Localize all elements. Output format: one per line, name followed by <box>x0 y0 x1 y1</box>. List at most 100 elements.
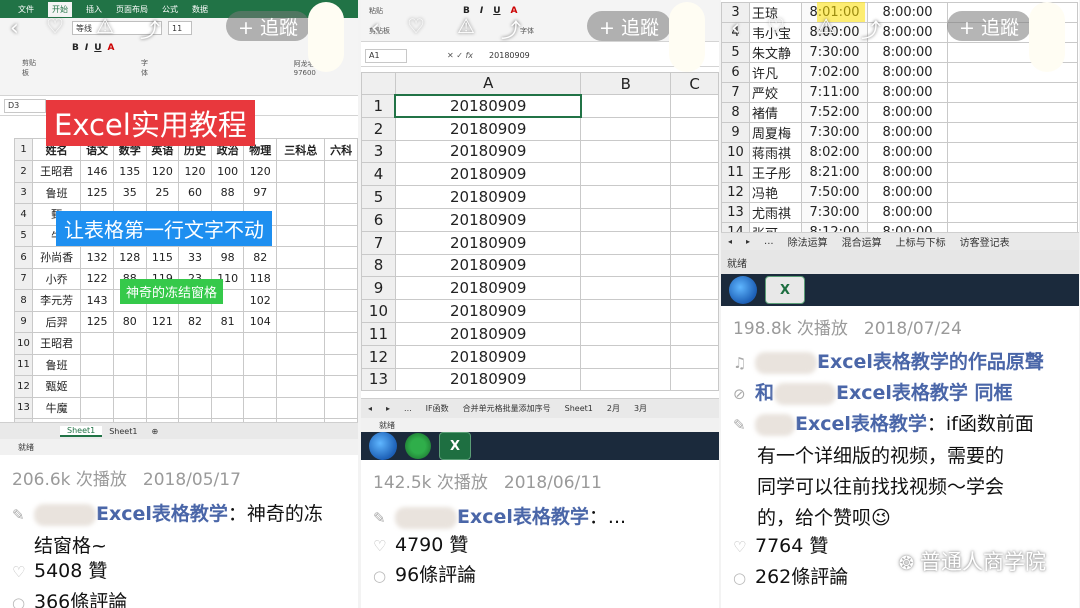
column-header-cell[interactable]: 六科 <box>324 138 358 161</box>
table-cell[interactable] <box>580 276 672 301</box>
name-cell[interactable]: 周夏梅 <box>749 122 802 143</box>
report-icon[interactable]: ⚠ <box>817 14 835 38</box>
table-cell[interactable] <box>243 332 278 355</box>
like-count-row[interactable]: ♡ 4790 贊 <box>373 530 468 557</box>
table-cell[interactable]: 125 <box>80 181 114 204</box>
like-count-row[interactable]: ♡ 5408 贊 <box>12 556 107 583</box>
table-cell[interactable]: 20180909 <box>394 276 582 301</box>
video-card-1[interactable]: 文件开始插入页面布局公式数据 等线 11 B I U A 剪贴板 字体 阿龙老师… <box>0 0 358 608</box>
table-cell[interactable]: 王昭君 <box>31 160 82 183</box>
table-cell[interactable]: 20180909 <box>394 230 582 255</box>
table-cell[interactable] <box>580 207 672 232</box>
name-cell[interactable]: 王子彤 <box>749 162 802 183</box>
column-header-a[interactable]: A <box>394 72 582 95</box>
table-cell[interactable]: 122 <box>80 267 114 290</box>
video-thumbnail-2[interactable]: 粘贴 B I U A 剪贴板 字体 A1 ✕ ✓ fx 20180909 A B… <box>361 0 719 460</box>
table-cell[interactable]: 小乔 <box>31 267 82 290</box>
time-cell[interactable]: 8:00:00 <box>867 42 948 63</box>
time-cell[interactable]: 8:00:00 <box>867 122 948 143</box>
time-cell[interactable]: 8:21:00 <box>801 162 868 183</box>
table-cell[interactable]: 146 <box>80 160 114 183</box>
table-cell[interactable] <box>947 142 1078 163</box>
table-cell[interactable]: 孙尚香 <box>31 246 82 269</box>
table-cell[interactable] <box>178 396 212 419</box>
follow-button[interactable]: + 追蹤 <box>947 11 1031 41</box>
report-icon[interactable]: ⚠ <box>96 14 114 38</box>
table-cell[interactable]: 后羿 <box>31 310 82 333</box>
time-cell[interactable]: 8:00:00 <box>867 82 948 103</box>
table-cell[interactable] <box>276 267 326 290</box>
heart-icon[interactable]: ♡ <box>767 14 785 38</box>
table-cell[interactable]: 20180909 <box>394 162 582 187</box>
table-cell[interactable]: 20180909 <box>394 207 582 232</box>
table-cell[interactable] <box>580 185 672 209</box>
tab-scroll-left-icon[interactable]: ◂ <box>721 237 739 246</box>
excel-icon[interactable]: X <box>439 432 471 460</box>
tab-scroll-right-icon[interactable]: ▸ <box>739 237 757 246</box>
table-cell[interactable]: 135 <box>112 160 147 183</box>
ribbon-tab[interactable]: 插入 <box>86 4 102 15</box>
heart-icon[interactable]: ♡ <box>407 14 425 38</box>
music-line[interactable]: ♫ Excel表格教学的作品原聲 <box>733 347 1071 379</box>
table-cell[interactable] <box>112 332 147 355</box>
table-cell[interactable]: 20180909 <box>394 93 582 119</box>
time-cell[interactable]: 7:02:00 <box>801 62 868 83</box>
time-cell[interactable]: 8:00:00 <box>867 202 948 223</box>
table-cell[interactable] <box>276 375 326 398</box>
sheet-tab[interactable]: 3月 <box>627 403 654 414</box>
time-cell[interactable]: 7:30:00 <box>801 202 868 223</box>
table-cell[interactable]: 王昭君 <box>31 332 82 355</box>
time-cell[interactable]: 8:00:00 <box>867 62 948 83</box>
name-cell[interactable]: 冯艳 <box>749 182 802 203</box>
like-count-row[interactable]: ♡ 7764 贊 <box>733 531 828 558</box>
table-cell[interactable]: 97 <box>243 181 278 204</box>
table-cell[interactable] <box>112 375 147 398</box>
table-cell[interactable] <box>580 344 672 369</box>
table-cell[interactable] <box>276 332 326 355</box>
table-cell[interactable]: 120 <box>178 160 212 183</box>
table-cell[interactable]: 121 <box>145 310 180 333</box>
table-cell[interactable]: 20180909 <box>394 116 582 141</box>
table-cell[interactable] <box>580 162 672 187</box>
name-cell[interactable]: 朱文静 <box>749 42 802 63</box>
duet-line[interactable]: ⊘ 和 Excel表格教学 同框 <box>733 378 1071 410</box>
time-cell[interactable]: 8:00:00 <box>867 162 948 183</box>
table-cell[interactable]: 鲁班 <box>31 353 82 376</box>
table-cell[interactable] <box>145 332 180 355</box>
video-card-3[interactable]: 3王琼8:01:008:00:004韦小宝8:00:008:00:005朱文静7… <box>721 0 1079 608</box>
time-cell[interactable]: 8:00:00 <box>867 142 948 163</box>
table-cell[interactable] <box>243 353 278 376</box>
windows-start-icon[interactable] <box>369 432 397 460</box>
table-cell[interactable] <box>580 116 672 141</box>
table-cell[interactable] <box>324 289 358 312</box>
table-cell[interactable] <box>947 162 1078 183</box>
table-cell[interactable]: 100 <box>210 160 245 183</box>
table-cell[interactable] <box>670 276 719 301</box>
share-icon[interactable]: ⤴ <box>501 14 521 43</box>
sheet-tab[interactable]: ... <box>397 404 419 413</box>
table-cell[interactable] <box>210 353 245 376</box>
table-cell[interactable]: 25 <box>145 181 180 204</box>
share-icon[interactable]: ⤴ <box>861 14 881 43</box>
table-cell[interactable]: 20180909 <box>394 185 582 209</box>
add-sheet-icon[interactable]: ⊕ <box>144 427 165 436</box>
author-name[interactable]: Excel表格教学 <box>96 503 228 525</box>
comment-count-row[interactable]: ○ 366條評論 <box>12 587 127 608</box>
table-cell[interactable]: 98 <box>210 246 245 269</box>
table-cell[interactable]: 120 <box>145 160 180 183</box>
table-cell[interactable] <box>324 224 358 247</box>
table-cell[interactable]: 102 <box>243 289 278 312</box>
sheet-tab[interactable]: Sheet1 <box>102 427 144 436</box>
table-cell[interactable] <box>80 375 114 398</box>
table-cell[interactable]: 80 <box>112 310 147 333</box>
table-cell[interactable] <box>670 207 719 232</box>
sheet-tab[interactable]: ... <box>757 236 781 247</box>
table-cell[interactable] <box>580 299 672 323</box>
table-cell[interactable] <box>80 332 114 355</box>
table-cell[interactable] <box>112 353 147 376</box>
table-cell[interactable] <box>178 353 212 376</box>
name-cell[interactable]: 褚倩 <box>749 102 802 123</box>
windows-start-icon[interactable] <box>729 276 757 304</box>
table-cell[interactable]: 20180909 <box>394 344 582 369</box>
back-icon[interactable]: ‹ <box>731 16 740 41</box>
